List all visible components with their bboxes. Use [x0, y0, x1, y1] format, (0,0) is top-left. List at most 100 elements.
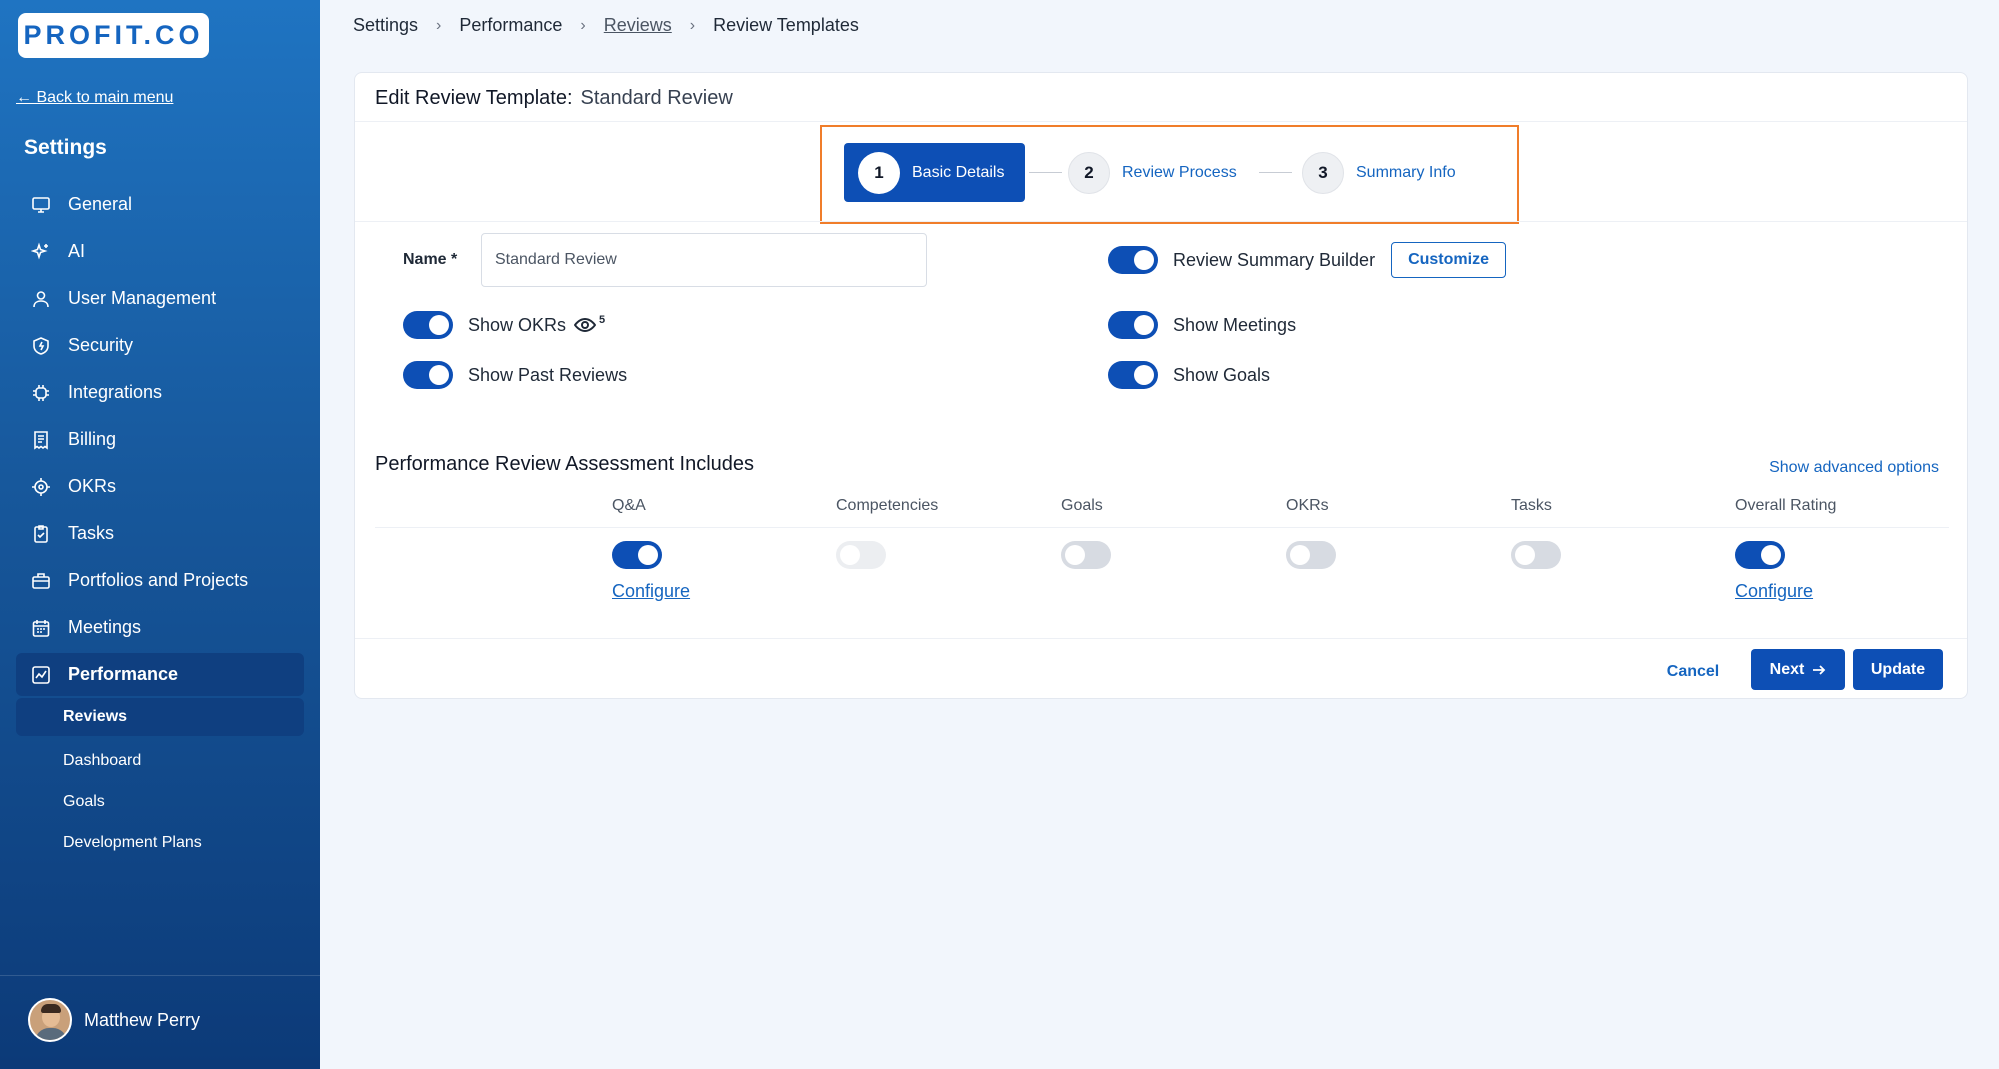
sidebar-subitem-development-plans[interactable]: Development Plans: [16, 822, 304, 863]
column-header-goals: Goals: [1061, 497, 1103, 514]
sidebar-item-billing[interactable]: Billing: [16, 416, 304, 463]
show-okrs-row: Show OKRs 5: [403, 311, 605, 339]
user-profile[interactable]: Matthew Perry: [28, 998, 200, 1042]
sidebar-item-okrs[interactable]: OKRs: [16, 463, 304, 510]
show-goals-row: Show Goals: [1108, 361, 1270, 389]
show-goals-label: Show Goals: [1173, 364, 1271, 385]
sidebar-item-meetings[interactable]: Meetings: [16, 604, 304, 651]
briefcase-icon: [30, 570, 52, 592]
sidebar-item-performance[interactable]: Performance: [16, 653, 304, 696]
breadcrumb-reviews[interactable]: Reviews: [604, 15, 672, 36]
show-goals-toggle[interactable]: [1108, 361, 1158, 389]
cancel-button[interactable]: Cancel: [1645, 651, 1741, 692]
avatar: [28, 998, 72, 1042]
tasks-toggle[interactable]: [1511, 541, 1561, 569]
competencies-toggle: [836, 541, 886, 569]
sidebar-subitem-goals[interactable]: Goals: [16, 781, 304, 822]
step-number: 3: [1302, 151, 1344, 194]
user-icon: [30, 288, 52, 310]
sidebar-item-label: Security: [68, 335, 134, 355]
customize-button[interactable]: Customize: [1391, 242, 1506, 278]
sidebar-item-label: OKRs: [68, 476, 117, 496]
back-to-main-menu-link[interactable]: ← Back to main menu: [16, 89, 173, 107]
name-field[interactable]: [481, 233, 927, 287]
sidebar-subitem-dashboard[interactable]: Dashboard: [16, 740, 304, 781]
divider: [355, 121, 1967, 122]
show-past-reviews-toggle[interactable]: [403, 361, 453, 389]
qa-toggle[interactable]: [612, 541, 662, 569]
step-connector: [1259, 172, 1292, 173]
name-label: Name *: [403, 251, 458, 268]
sidebar-item-label: Portfolios and Projects: [68, 570, 249, 590]
step-number: 2: [1068, 151, 1110, 194]
sidebar-item-label: AI: [68, 241, 86, 261]
sidebar-item-portfolios-and-projects[interactable]: Portfolios and Projects: [16, 557, 304, 604]
update-button[interactable]: Update: [1853, 649, 1943, 690]
profit-co-logo[interactable]: PROFIT.CO: [18, 13, 209, 58]
sidebar-item-integrations[interactable]: Integrations: [16, 369, 304, 416]
column-header-okrs: OKRs: [1286, 497, 1329, 514]
chevron-right-icon: ›: [689, 16, 696, 34]
page-title-value: Standard Review: [580, 87, 733, 109]
show-past-reviews-label: Show Past Reviews: [468, 364, 628, 385]
monitor-icon: [30, 194, 52, 216]
review-summary-builder-label: Review Summary Builder: [1173, 249, 1376, 270]
okrs-count-badge: 5: [599, 314, 606, 326]
assessment-section-title: Performance Review Assessment Includes: [375, 453, 755, 475]
breadcrumb-review-templates: Review Templates: [713, 15, 859, 35]
show-meetings-label: Show Meetings: [1173, 314, 1297, 335]
breadcrumb-settings[interactable]: Settings: [353, 15, 418, 36]
divider: [355, 221, 1967, 222]
sidebar-item-ai[interactable]: AI: [16, 228, 304, 275]
sidebar-item-user-management[interactable]: User Management: [16, 275, 304, 322]
stepper: 1 Basic Details 2 Review Process 3 Summa…: [820, 125, 1519, 224]
step-label: Review Process: [1122, 163, 1237, 181]
target-icon: [30, 476, 52, 498]
eye-icon[interactable]: [574, 317, 597, 333]
review-summary-builder-toggle[interactable]: [1108, 246, 1158, 274]
step-connector: [1029, 172, 1062, 173]
column-header-competencies: Competencies: [836, 497, 939, 514]
receipt-icon: [30, 429, 52, 451]
sidebar-divider: [0, 975, 320, 976]
step-label: Summary Info: [1356, 163, 1456, 181]
chart-icon: [30, 664, 52, 686]
chevron-right-icon: ›: [436, 16, 442, 34]
column-header-overall-rating: Overall Rating: [1735, 497, 1837, 514]
step-basic-details[interactable]: 1 Basic Details: [844, 143, 1025, 202]
sidebar-item-label: User Management: [68, 288, 217, 308]
sidebar-item-general[interactable]: General: [16, 181, 304, 228]
show-okrs-label: Show OKRs: [468, 314, 567, 335]
sidebar-item-security[interactable]: Security: [16, 322, 304, 369]
overall-rating-toggle[interactable]: [1735, 541, 1785, 569]
next-button[interactable]: Next: [1751, 649, 1845, 690]
show-advanced-options-link[interactable]: Show advanced options: [1769, 459, 1939, 477]
sidebar-item-label: General: [68, 194, 133, 214]
calendar-icon: [30, 617, 52, 639]
sidebar-item-label: Tasks: [68, 523, 115, 543]
show-past-reviews-row: Show Past Reviews: [403, 361, 627, 389]
sidebar-subitem-reviews[interactable]: Reviews: [16, 698, 304, 736]
okrs-toggle[interactable]: [1286, 541, 1336, 569]
sidebar-item-tasks[interactable]: Tasks: [16, 510, 304, 557]
breadcrumb: Settings › Performance › Reviews › Revie…: [353, 15, 859, 36]
overall-rating-configure-link[interactable]: Configure: [1735, 581, 1813, 602]
step-review-process[interactable]: 2 Review Process: [1068, 143, 1237, 202]
column-header-qa: Q&A: [612, 497, 646, 514]
step-label: Basic Details: [912, 163, 1005, 181]
show-okrs-toggle[interactable]: [403, 311, 453, 339]
step-summary-info[interactable]: 3 Summary Info: [1302, 143, 1456, 202]
qa-configure-link[interactable]: Configure: [612, 581, 690, 602]
sidebar-item-label: Meetings: [68, 617, 142, 637]
show-meetings-toggle[interactable]: [1108, 311, 1158, 339]
sidebar-nav: General AI User Management Security Inte…: [16, 181, 304, 863]
breadcrumb-performance[interactable]: Performance: [459, 15, 562, 36]
clipboard-icon: [30, 523, 52, 545]
divider: [375, 527, 1949, 528]
show-meetings-row: Show Meetings: [1108, 311, 1296, 339]
user-name: Matthew Perry: [84, 1009, 201, 1030]
goals-toggle[interactable]: [1061, 541, 1111, 569]
sidebar-item-label: Performance: [68, 664, 179, 684]
shield-icon: [30, 335, 52, 357]
chevron-right-icon: ›: [580, 16, 586, 34]
